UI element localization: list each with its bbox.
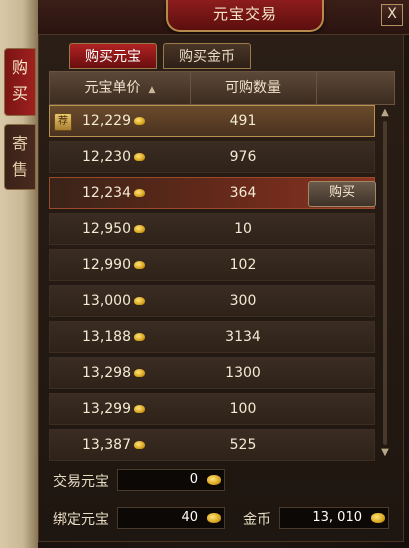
row-price-value: 13,298 xyxy=(82,365,131,381)
row-price-value: 12,230 xyxy=(82,149,131,165)
row-quantity: 364 xyxy=(229,185,257,201)
side-tab-buy-char-2: 买 xyxy=(11,84,28,103)
row-price: 12,950 xyxy=(82,214,172,244)
row-price-value: 13,299 xyxy=(82,401,131,417)
scroll-track[interactable] xyxy=(383,121,387,445)
row-price-value: 13,188 xyxy=(82,329,131,345)
bound-yuanbao-label: 绑定元宝 xyxy=(53,512,109,528)
row-quantity: 976 xyxy=(229,149,257,165)
side-tab-buy[interactable]: 购 买 xyxy=(4,48,36,116)
row-price-value: 12,234 xyxy=(82,185,131,201)
main-panel: 购买元宝 购买金币 元宝单价 ▲ 可购数量 荐 12,229 491 12,230… xyxy=(38,34,404,542)
row-quantity: 102 xyxy=(229,257,257,273)
trade-yuanbao-label: 交易元宝 xyxy=(53,474,109,490)
row-price-value: 13,387 xyxy=(82,437,131,453)
side-tab-consign[interactable]: 寄 售 xyxy=(4,124,36,190)
row-quantity: 100 xyxy=(229,401,257,417)
table-row[interactable]: 12,234 364 购买 xyxy=(49,177,376,209)
trade-window: 元宝交易 X 购 买 寄 售 购买元宝 购买金币 元宝单价 ▲ 可购数量 荐 12… xyxy=(0,0,409,548)
side-tab-buy-char-1: 购 xyxy=(11,58,28,77)
row-price-value: 12,950 xyxy=(82,221,131,237)
gold-label: 金币 xyxy=(243,512,271,528)
table-row[interactable]: 13,299 100 xyxy=(49,393,375,425)
yuanbao-coin-icon xyxy=(134,405,145,413)
buy-button[interactable]: 购买 xyxy=(308,181,376,207)
yuanbao-coin-icon xyxy=(134,297,145,305)
sort-up-icon: ▲ xyxy=(148,85,156,95)
scroll-up-icon[interactable]: ▲ xyxy=(379,107,391,119)
row-price: 12,234 xyxy=(82,178,172,208)
column-header-quantity: 可购数量 xyxy=(190,72,317,104)
row-price: 13,299 xyxy=(82,394,172,424)
recommend-badge: 荐 xyxy=(54,113,72,131)
table-row[interactable]: 13,387 525 xyxy=(49,429,375,461)
row-price: 12,990 xyxy=(82,250,172,280)
listing-table: 荐 12,229 491 12,230 976 12,234 364 购买 12… xyxy=(49,105,376,461)
table-row[interactable]: 12,950 10 xyxy=(49,213,375,245)
table-row[interactable]: 12,230 976 xyxy=(49,141,375,173)
tab-buy-gold[interactable]: 购买金币 xyxy=(163,43,251,69)
column-header-price-label: 元宝单价 xyxy=(84,80,141,96)
yuanbao-coin-icon xyxy=(134,441,145,449)
row-price: 12,230 xyxy=(82,142,172,172)
yuanbao-ingot-icon xyxy=(207,475,221,485)
gold-coin-icon xyxy=(371,513,385,523)
yuanbao-coin-icon xyxy=(134,117,145,125)
bound-ingot-icon xyxy=(207,513,221,523)
row-price: 12,229 xyxy=(82,106,172,136)
yuanbao-coin-icon xyxy=(134,225,145,233)
yuanbao-coin-icon xyxy=(134,369,145,377)
table-row[interactable]: 荐 12,229 491 xyxy=(49,105,375,137)
row-price: 13,000 xyxy=(82,286,172,316)
side-tab-consign-char-1: 寄 xyxy=(11,134,28,153)
row-quantity: 10 xyxy=(234,221,252,237)
table-row[interactable]: 13,000 300 xyxy=(49,285,375,317)
column-header-price[interactable]: 元宝单价 ▲ xyxy=(50,72,191,104)
table-row[interactable]: 13,188 3134 xyxy=(49,321,375,353)
tab-buy-yuanbao[interactable]: 购买元宝 xyxy=(69,43,157,69)
row-price-value: 13,000 xyxy=(82,293,131,309)
yuanbao-coin-icon xyxy=(134,189,145,197)
side-tab-consign-char-2: 售 xyxy=(11,160,28,179)
row-quantity: 1300 xyxy=(225,365,261,381)
table-row[interactable]: 12,990 102 xyxy=(49,249,375,281)
title-bar: 元宝交易 X xyxy=(38,0,409,35)
row-price: 13,387 xyxy=(82,430,172,460)
window-title: 元宝交易 xyxy=(166,0,324,32)
close-button[interactable]: X xyxy=(381,4,403,26)
row-price-value: 12,990 xyxy=(82,257,131,273)
yuanbao-coin-icon xyxy=(134,261,145,269)
row-quantity: 3134 xyxy=(225,329,261,345)
row-quantity: 491 xyxy=(229,113,257,129)
yuanbao-coin-icon xyxy=(134,153,145,161)
row-price: 13,188 xyxy=(82,322,172,352)
yuanbao-coin-icon xyxy=(134,333,145,341)
table-row[interactable]: 13,298 1300 xyxy=(49,357,375,389)
table-scrollbar[interactable]: ▲ ▼ xyxy=(377,105,393,461)
row-quantity: 300 xyxy=(229,293,257,309)
row-price-value: 12,229 xyxy=(82,113,131,129)
row-price: 13,298 xyxy=(82,358,172,388)
table-header: 元宝单价 ▲ 可购数量 xyxy=(49,71,395,105)
scroll-down-icon[interactable]: ▼ xyxy=(379,447,391,459)
row-quantity: 525 xyxy=(229,437,257,453)
